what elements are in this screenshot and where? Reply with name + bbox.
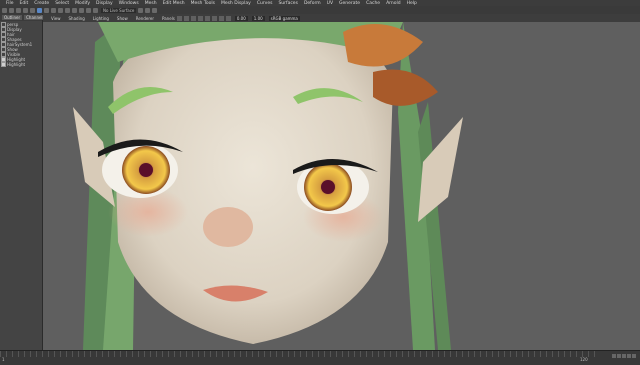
outliner-list: persp Display hair Shapes hairSystem1 Sh…: [0, 21, 42, 68]
vp-menu-show[interactable]: Show: [117, 16, 128, 21]
step-back-icon[interactable]: [617, 354, 621, 358]
shadows-icon[interactable]: [218, 15, 224, 21]
smooth-shade-icon[interactable]: [197, 15, 203, 21]
tab-outliner[interactable]: Outliner: [2, 15, 23, 20]
menu-mesh[interactable]: Mesh: [145, 1, 157, 6]
menu-deform[interactable]: Deform: [304, 1, 321, 6]
panel-tabs: Outliner Channel Box: [0, 14, 54, 21]
outliner-row[interactable]: Highlight: [1, 62, 41, 67]
pupil-right: [321, 180, 335, 194]
wireframe-icon[interactable]: [190, 15, 196, 21]
leaf-icon: [343, 24, 423, 67]
paint-select-icon[interactable]: [51, 7, 56, 13]
render-settings-icon[interactable]: [152, 7, 158, 13]
vp-menu-renderer[interactable]: Renderer: [136, 16, 154, 21]
menu-windows[interactable]: Windows: [119, 1, 139, 6]
lights-icon[interactable]: [211, 15, 217, 21]
menu-edit-mesh[interactable]: Edit Mesh: [163, 1, 185, 6]
menu-uv[interactable]: UV: [327, 1, 333, 6]
vp-menu-panels[interactable]: Panels: [162, 16, 175, 21]
snap-curve-icon[interactable]: [86, 7, 91, 13]
live-surface-field[interactable]: No Live Surface: [101, 7, 137, 13]
ipr-render-icon[interactable]: [145, 7, 151, 13]
vp-menu-shading[interactable]: Shading: [69, 16, 85, 21]
viewport-menu-bar: View Shading Lighting Show Renderer Pane…: [43, 14, 640, 22]
menu-create[interactable]: Create: [34, 1, 49, 6]
outliner-panel: Outliner Channel Box persp Display hair …: [0, 14, 54, 350]
go-start-icon[interactable]: [612, 354, 616, 358]
rotate-tool-icon[interactable]: [65, 7, 70, 13]
snap-point-icon[interactable]: [93, 7, 98, 13]
vp-menu-view[interactable]: View: [51, 16, 61, 21]
menu-mesh-tools[interactable]: Mesh Tools: [191, 1, 215, 6]
snap-grid-icon[interactable]: [79, 7, 84, 13]
scale-tool-icon[interactable]: [72, 7, 77, 13]
checkbox-checked[interactable]: [1, 62, 6, 67]
character-render: [73, 22, 463, 350]
time-slider[interactable]: 1 120: [0, 350, 640, 365]
menu-cache[interactable]: Cache: [366, 1, 380, 6]
timeline-start: 1: [2, 357, 5, 362]
row-label: Highlight: [7, 62, 26, 67]
play-icon[interactable]: [622, 354, 626, 358]
timeline-ticks: [0, 351, 600, 357]
timeline-end: 120: [580, 357, 588, 362]
render-icon[interactable]: [138, 7, 144, 13]
exposure-field[interactable]: 0.00: [234, 15, 248, 21]
go-end-icon[interactable]: [632, 354, 636, 358]
grid-icon[interactable]: [183, 15, 189, 21]
lasso-tool-icon[interactable]: [44, 7, 49, 13]
textured-icon[interactable]: [204, 15, 210, 21]
menu-select[interactable]: Select: [55, 1, 69, 6]
save-scene-icon[interactable]: [16, 7, 21, 13]
new-scene-icon[interactable]: [2, 7, 7, 13]
nose: [203, 207, 253, 247]
select-tool-icon[interactable]: [37, 7, 42, 13]
menu-modify[interactable]: Modify: [75, 1, 90, 6]
menu-curves[interactable]: Curves: [257, 1, 273, 6]
color-space-field[interactable]: sRGB gamma: [268, 15, 300, 21]
playback-controls: [611, 354, 636, 358]
menu-file[interactable]: File: [6, 1, 14, 6]
redo-icon[interactable]: [30, 7, 35, 13]
camera-icon[interactable]: [176, 15, 182, 21]
vp-menu-lighting[interactable]: Lighting: [93, 16, 109, 21]
isolate-icon[interactable]: [225, 15, 231, 21]
leaf-icon-2: [373, 69, 438, 106]
menu-edit[interactable]: Edit: [20, 1, 29, 6]
3d-viewport[interactable]: [43, 22, 640, 350]
undo-icon[interactable]: [23, 7, 28, 13]
menu-mesh-display[interactable]: Mesh Display: [221, 1, 251, 6]
move-tool-icon[interactable]: [58, 7, 63, 13]
pupil-left: [139, 163, 153, 177]
menu-help[interactable]: Help: [407, 1, 417, 6]
open-scene-icon[interactable]: [9, 7, 14, 13]
step-forward-icon[interactable]: [627, 354, 631, 358]
menu-display[interactable]: Display: [96, 1, 113, 6]
menu-generate[interactable]: Generate: [339, 1, 360, 6]
menu-arnold[interactable]: Arnold: [386, 1, 401, 6]
menu-surfaces[interactable]: Surfaces: [278, 1, 298, 6]
gamma-field[interactable]: 1.00: [251, 15, 265, 21]
